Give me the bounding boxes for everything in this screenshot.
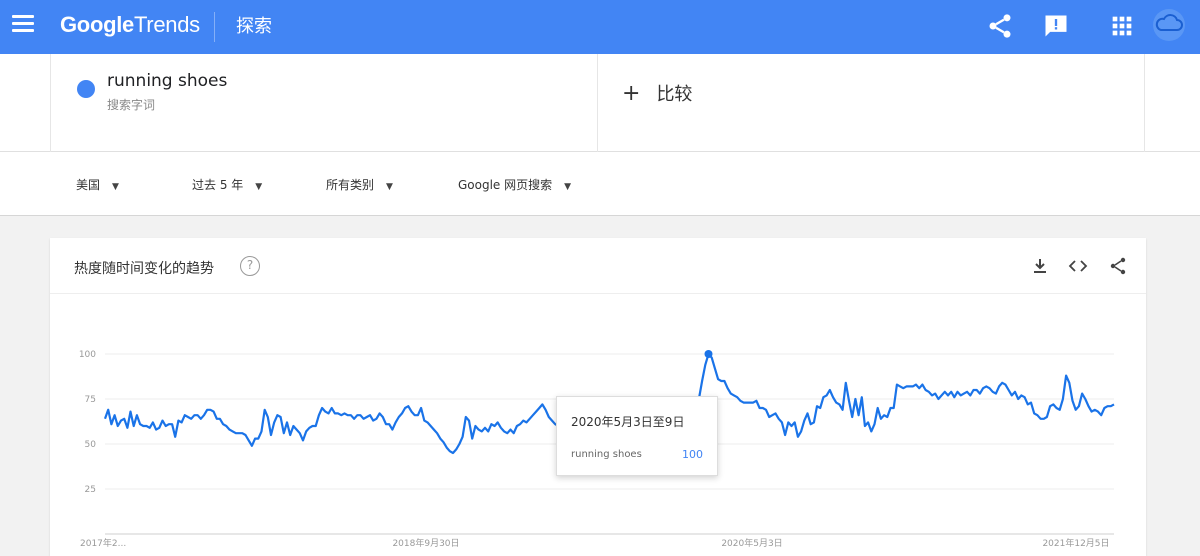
download-icon[interactable] <box>1030 256 1050 276</box>
logo-google-text: Google <box>60 12 134 37</box>
tooltip-term: running shoes <box>571 449 642 460</box>
cloud-avatar-icon[interactable] <box>1152 8 1186 42</box>
term-color-dot <box>77 80 95 98</box>
x-tick-label: 2020年5月3日 <box>721 537 782 549</box>
term-name[interactable]: running shoes <box>107 71 227 91</box>
compare-button[interactable]: + 比较 <box>622 80 692 106</box>
category-filter-label: 所有类别 <box>326 178 375 192</box>
filter-bar: 美国 ▼ 过去 5 年 ▼ 所有类别 ▼ Google 网页搜索 ▼ <box>0 152 1200 216</box>
apps-grid-icon[interactable] <box>1108 12 1136 40</box>
share-icon[interactable] <box>1108 256 1128 276</box>
chevron-down-icon: ▼ <box>255 182 263 192</box>
region-filter-label: 美国 <box>76 178 101 192</box>
region-filter[interactable]: 美国 ▼ <box>76 176 119 193</box>
x-tick-label: 2018年9月30日 <box>392 537 459 549</box>
logo-trends-text: Trends <box>133 12 200 37</box>
search-type-filter-label: Google 网页搜索 <box>458 178 553 192</box>
chart-tooltip: 2020年5月3日至9日 running shoes 100 <box>556 396 718 476</box>
y-tick-label: 25 <box>85 485 96 495</box>
top-app-bar: GoogleTrends 探索 <box>0 0 1200 54</box>
search-type-filter[interactable]: Google 网页搜索 ▼ <box>458 176 571 193</box>
time-range-filter-label: 过去 5 年 <box>192 178 244 192</box>
embed-code-icon[interactable] <box>1068 256 1088 276</box>
tooltip-value: 100 <box>682 448 703 461</box>
x-tick-label: 2017年2... <box>80 537 126 549</box>
y-tick-label: 100 <box>79 350 96 360</box>
share-icon[interactable] <box>986 12 1014 40</box>
interest-over-time-card: 热度随时间变化的趋势 ? 100 75 50 25 2017年2... 2018年9月3… <box>50 238 1146 556</box>
time-range-filter[interactable]: 过去 5 年 ▼ <box>192 176 262 193</box>
y-tick-label: 75 <box>85 395 96 405</box>
help-icon[interactable]: ? <box>240 256 260 276</box>
category-filter[interactable]: 所有类别 ▼ <box>326 176 393 193</box>
divider <box>1144 54 1145 152</box>
card-title: 热度随时间变化的趋势 <box>74 261 214 277</box>
card-header: 热度随时间变化的趋势 ? <box>50 238 1146 294</box>
plus-icon: + <box>622 81 641 106</box>
x-tick-label: 2021年12月5日 <box>1042 537 1109 549</box>
y-tick-label: 50 <box>85 440 97 450</box>
feedback-icon[interactable] <box>1042 12 1070 40</box>
google-trends-logo[interactable]: GoogleTrends <box>60 12 200 38</box>
highlight-data-point <box>704 350 713 358</box>
term-type: 搜索字词 <box>107 98 156 112</box>
chevron-down-icon: ▼ <box>112 182 119 192</box>
menu-icon[interactable] <box>12 15 34 35</box>
page-title: 探索 <box>236 16 272 37</box>
compare-label: 比较 <box>656 84 693 105</box>
search-term-bar: running shoes 搜索字词 + 比较 <box>0 54 1200 152</box>
tooltip-date: 2020年5月3日至9日 <box>571 415 685 429</box>
chevron-down-icon: ▼ <box>386 182 393 192</box>
chevron-down-icon: ▼ <box>564 182 572 192</box>
search-term-card[interactable]: running shoes 搜索字词 <box>50 54 598 152</box>
topbar-divider <box>214 12 215 42</box>
